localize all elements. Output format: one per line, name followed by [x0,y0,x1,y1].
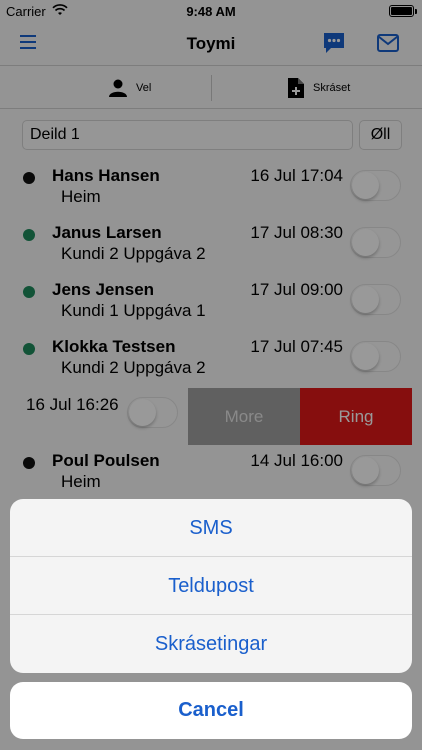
cancel-button[interactable]: Cancel [10,682,412,739]
action-sheet: SMS Teldupost Skrásetingar [10,499,412,673]
email-option[interactable]: Teldupost [10,557,412,615]
sms-option[interactable]: SMS [10,499,412,557]
records-option[interactable]: Skrásetingar [10,615,412,673]
